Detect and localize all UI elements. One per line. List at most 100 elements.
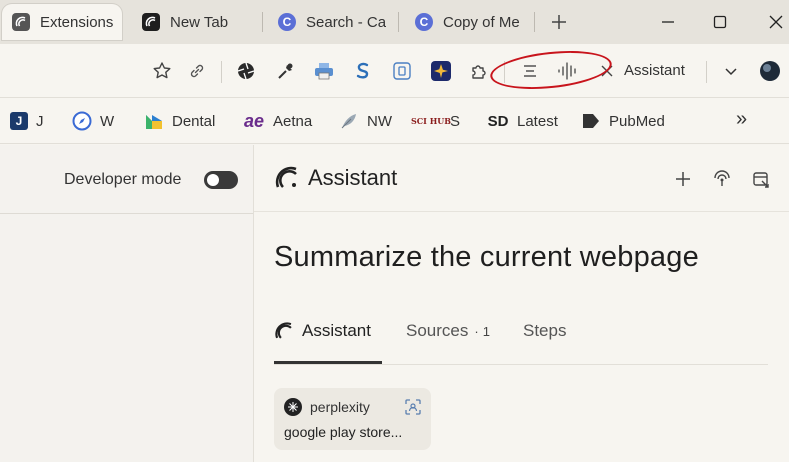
toolbar-divider: [221, 61, 222, 83]
assistant-menu-button[interactable]: [517, 58, 543, 84]
tab-label: Steps: [523, 321, 567, 340]
tab-sources[interactable]: Sources · 1: [406, 321, 490, 341]
tab-divider: [262, 12, 263, 32]
bookmark-aetna[interactable]: ae Aetna: [243, 110, 312, 132]
star-icon: [153, 62, 171, 79]
close-assistant-button[interactable]: [594, 58, 620, 84]
perplexity-logo-icon: [275, 166, 297, 188]
link-icon: [190, 64, 204, 78]
broadcast-button[interactable]: [710, 167, 734, 191]
developer-mode-toggle[interactable]: [204, 171, 238, 189]
close-icon: [769, 15, 783, 29]
screenshot-extension-button[interactable]: [389, 58, 415, 84]
j-badge-icon: J: [10, 112, 28, 130]
tab-search[interactable]: C Search - Ca: [268, 4, 390, 40]
source-card[interactable]: perplexity google play store...: [274, 388, 431, 450]
tab-label: Sources: [406, 321, 469, 340]
answer-tabs: Assistant Sources · 1 Steps: [274, 315, 768, 365]
active-tab-indicator: [274, 361, 382, 364]
bookmark-latest[interactable]: SD Latest: [487, 110, 558, 132]
tab-new-tab[interactable]: New Tab: [132, 4, 256, 40]
safari-compass-icon: [72, 111, 92, 131]
close-window-button[interactable]: [760, 8, 789, 36]
bookmark-dental[interactable]: Dental: [144, 110, 215, 132]
bookmark-label: Aetna: [273, 112, 313, 130]
minimize-icon: [662, 21, 674, 23]
maximize-icon: [713, 15, 727, 29]
tab-label: Extensions: [40, 13, 114, 31]
open-in-window-button[interactable]: [749, 167, 773, 191]
extensions-page: Developer mode: [0, 145, 253, 462]
printer-icon: [315, 63, 333, 80]
tab-divider: [534, 12, 535, 32]
toggle-knob: [207, 174, 219, 186]
bookmark-label: Dental: [172, 112, 216, 130]
maximize-button[interactable]: [704, 8, 736, 36]
perplexity-logo-icon: [12, 13, 30, 31]
tab-steps[interactable]: Steps: [523, 321, 566, 341]
perplexity-source-icon: [284, 398, 302, 416]
open-window-icon: [753, 172, 769, 188]
bookmarks-bar: J J W Dental ae Aetna NW SCI HUB S SD La…: [0, 98, 789, 144]
bookmark-label: S: [450, 112, 461, 130]
bookmark-pubmed[interactable]: PubMed: [581, 110, 665, 132]
aperture-extension-button[interactable]: [233, 58, 259, 84]
sci-hub-logo-icon: SCI HUB: [411, 116, 451, 126]
tab-label: Search - Ca: [306, 13, 387, 31]
tab-label: New Tab: [170, 13, 229, 31]
voice-mode-button[interactable]: [555, 58, 581, 84]
bookmark-label: W: [100, 112, 115, 130]
compass-extension-button[interactable]: [428, 58, 454, 84]
browser-toolbar: Assistant: [0, 44, 789, 98]
extensions-puzzle-icon: [472, 65, 486, 79]
copilot-c-icon: C: [415, 13, 433, 31]
profile-button[interactable]: [757, 58, 783, 84]
tab-label: Copy of Me: [443, 13, 520, 31]
eyedropper-extension-button[interactable]: [273, 58, 299, 84]
screenshot-icon: [393, 62, 411, 80]
bookmark-nw[interactable]: NW: [339, 110, 392, 132]
print-extension-button[interactable]: [311, 58, 337, 84]
sciencedirect-logo-icon: SD: [487, 112, 509, 130]
minimize-button[interactable]: [652, 8, 684, 36]
pubmed-tag-icon: [581, 111, 601, 131]
scan-page-icon: [405, 399, 421, 415]
bookmark-label: Latest: [517, 112, 558, 130]
source-snippet: google play store...: [284, 424, 403, 440]
chevron-down-icon: [725, 68, 737, 76]
menu-lines-icon: [524, 65, 536, 77]
bookmark-label: NW: [367, 112, 392, 130]
new-thread-button[interactable]: [671, 167, 695, 191]
profile-avatar-icon: [760, 61, 780, 81]
developer-mode-row: Developer mode: [0, 145, 253, 214]
bookmark-label: J: [36, 112, 44, 130]
tab-assistant[interactable]: Assistant: [274, 321, 371, 341]
tab-extensions[interactable]: Extensions: [2, 4, 122, 40]
bookmarks-overflow-button[interactable]: »: [736, 108, 747, 131]
bookmark-label: PubMed: [609, 112, 665, 130]
share-link-button[interactable]: [184, 58, 210, 84]
plus-icon: [552, 15, 566, 29]
sources-count: 1: [482, 323, 490, 339]
bookmark-s[interactable]: SCI HUB S: [411, 110, 461, 132]
bookmark-j[interactable]: J J: [10, 110, 44, 132]
toolbar-divider: [504, 61, 505, 83]
assistant-header: Assistant: [254, 145, 789, 212]
assistant-title: Assistant: [308, 165, 398, 190]
feather-icon: [339, 111, 359, 131]
s-extension-icon: [356, 62, 369, 79]
new-tab-button[interactable]: [545, 8, 573, 36]
tab-divider: [398, 12, 399, 32]
dropdown-button[interactable]: [718, 58, 744, 84]
perplexity-logo-icon: [275, 322, 292, 339]
s-extension-button[interactable]: [350, 58, 376, 84]
tab-copy-of[interactable]: C Copy of Me: [405, 4, 529, 40]
aperture-icon: [237, 62, 255, 80]
assistant-toolbar-label[interactable]: Assistant: [624, 62, 685, 79]
sources-separator: ·: [474, 323, 479, 339]
bookmark-star-button[interactable]: [149, 58, 175, 84]
extensions-button[interactable]: [466, 58, 492, 84]
bookmark-w[interactable]: W: [72, 110, 114, 132]
broadcast-icon: [714, 170, 730, 186]
voice-waveform-icon: [558, 62, 576, 80]
